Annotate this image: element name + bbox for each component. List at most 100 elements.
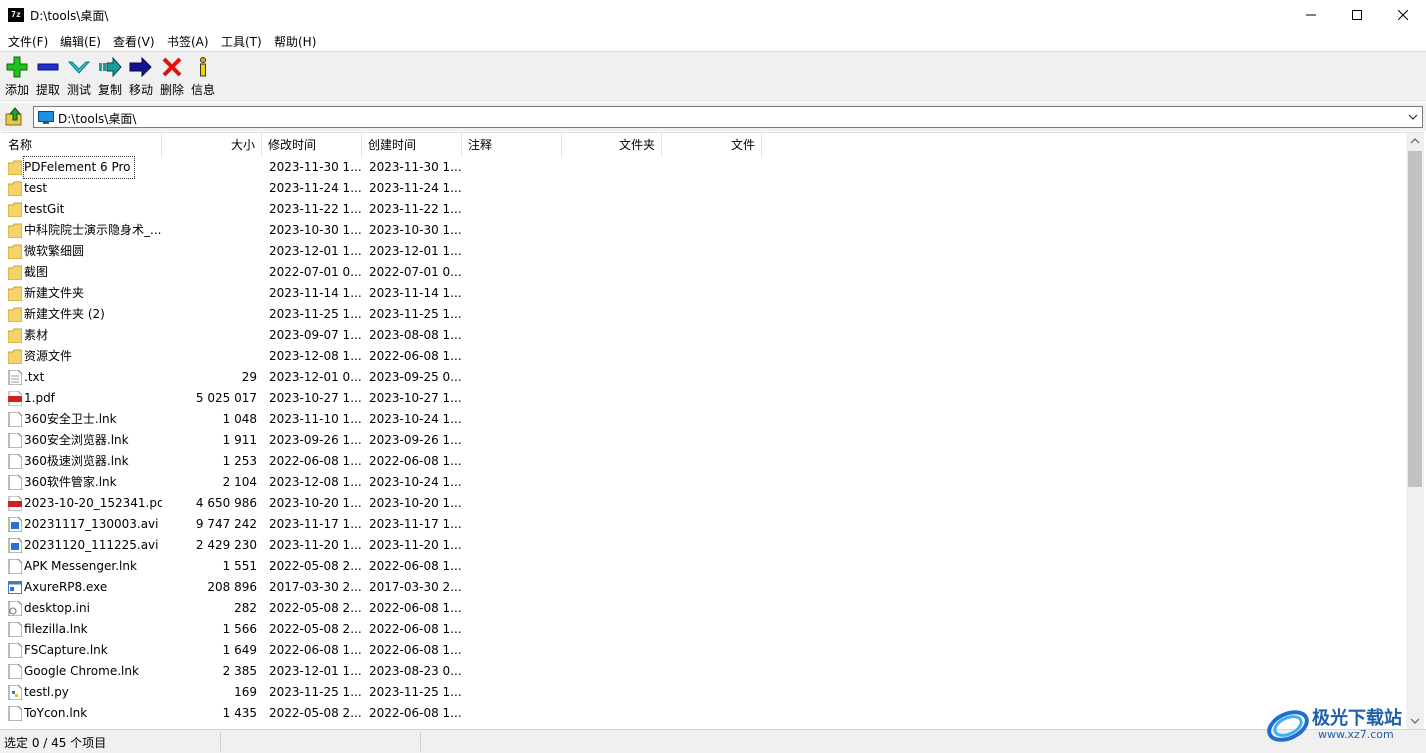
file-name: 1.pdf <box>24 391 55 405</box>
scrollbar-thumb[interactable] <box>1408 151 1422 487</box>
column-size[interactable]: 大小 <box>162 133 262 157</box>
file-modified: 2022-05-08 2... <box>269 559 361 573</box>
file-name: FSCapture.lnk <box>24 643 108 657</box>
column-modified[interactable]: 修改时间 <box>262 133 362 157</box>
file-row[interactable]: 新建文件夹 2023-11-14 1... 2023-11-14 1... <box>2 283 1406 304</box>
file-row[interactable]: 1.pdf 5 025 017 2023-10-27 1... 2023-10-27 … <box>2 388 1406 409</box>
menu-file[interactable]: 文件(F) <box>8 33 48 50</box>
file-row[interactable]: test 2023-11-24 1... 2023-11-24 1... <box>2 178 1406 199</box>
file-modified: 2023-12-01 1... <box>269 244 361 258</box>
file-created: 2023-11-17 1... <box>369 517 461 531</box>
file-row[interactable]: AxureRP8.exe 208 896 2017-03-30 2... 2017-0… <box>2 577 1406 598</box>
file-row[interactable]: 资源文件 2023-12-08 1... 2022-06-08 1... <box>2 346 1406 367</box>
file-created: 2022-06-08 1... <box>369 349 461 363</box>
file-row[interactable]: filezilla.lnk 1 566 2022-05-08 2... 2022-06… <box>2 619 1406 640</box>
file-name: 新建文件夹 (2) <box>24 307 105 321</box>
file-size <box>162 304 257 325</box>
file-row[interactable]: APK Messenger.lnk 1 551 2022-05-08 2... 202… <box>2 556 1406 577</box>
folder-icon <box>8 307 22 322</box>
add-icon <box>6 56 28 78</box>
file-row[interactable]: Google Chrome.lnk 2 385 2023-12-01 1... 202… <box>2 661 1406 682</box>
info-button[interactable]: 信息 <box>188 56 218 98</box>
delete-button[interactable]: 删除 <box>157 56 187 98</box>
column-created[interactable]: 创建时间 <box>362 133 462 157</box>
up-folder-button[interactable] <box>3 106 25 128</box>
file-row[interactable]: 素材 2023-09-07 1... 2023-08-08 1... <box>2 325 1406 346</box>
file-row[interactable]: FSCapture.lnk 1 649 2022-06-08 1... 2022-06… <box>2 640 1406 661</box>
file-icon <box>8 622 22 637</box>
file-row[interactable]: 截图 2022-07-01 0... 2022-07-01 0... <box>2 262 1406 283</box>
file-created: 2023-11-25 1... <box>369 685 461 699</box>
file-modified: 2023-11-17 1... <box>269 517 361 531</box>
folder-icon <box>8 181 22 196</box>
text-file-icon <box>8 370 22 385</box>
file-size <box>162 325 257 346</box>
file-row[interactable]: 360极速浏览器.lnk 1 253 2022-06-08 1... 2022-06-… <box>2 451 1406 472</box>
file-size: 2 104 <box>222 475 257 489</box>
file-row[interactable]: testGit 2023-11-22 1... 2023-11-22 1... <box>2 199 1406 220</box>
file-row[interactable]: 中科院院士演示隐身术_... 2023-10-30 1... 2023-10-30 … <box>2 220 1406 241</box>
file-row[interactable]: testl.py 169 2023-11-25 1... 2023-11-25 1..… <box>2 682 1406 703</box>
file-name: 360安全浏览器.lnk <box>24 433 129 447</box>
file-created: 2022-06-08 1... <box>369 622 461 636</box>
minus-icon <box>37 63 59 71</box>
folder-icon <box>8 265 22 280</box>
pdf-file-icon <box>8 496 22 511</box>
file-row[interactable]: PDFelement 6 Pro 2023-11-30 1... 2023-11-3… <box>2 156 1406 179</box>
column-folders[interactable]: 文件夹 <box>562 133 662 157</box>
watermark-url: www.xz7.com <box>1318 728 1394 741</box>
file-row[interactable]: 360安全浏览器.lnk 1 911 2023-09-26 1... 2023-09-… <box>2 430 1406 451</box>
file-name: 360软件管家.lnk <box>24 475 117 489</box>
vertical-scrollbar[interactable] <box>1406 133 1424 729</box>
move-button[interactable]: 移动 <box>126 56 156 98</box>
file-row[interactable]: 20231117_130003.avi 9 747 242 2023-11-17 1… <box>2 514 1406 535</box>
file-row[interactable]: 新建文件夹 (2) 2023-11-25 1... 2023-11-25 1... <box>2 304 1406 325</box>
menu-help[interactable]: 帮助(H) <box>274 33 316 50</box>
file-modified: 2023-11-25 1... <box>269 685 361 699</box>
file-modified: 2023-10-27 1... <box>269 391 361 405</box>
file-icon <box>8 559 22 574</box>
maximize-button[interactable] <box>1334 0 1380 30</box>
file-row[interactable]: 微软繁细圆 2023-12-01 1... 2023-12-01 1... <box>2 241 1406 262</box>
column-name[interactable]: 名称 <box>2 133 162 157</box>
copy-button[interactable]: 复制 <box>95 56 125 98</box>
file-size <box>162 178 257 199</box>
file-row[interactable]: desktop.ini 282 2022-05-08 2... 2022-06-08 … <box>2 598 1406 619</box>
file-created: 2023-11-25 1... <box>369 307 461 321</box>
menu-edit[interactable]: 编辑(E) <box>60 33 101 50</box>
file-row[interactable]: 360安全卫士.lnk 1 048 2023-11-10 1... 2023-10-2… <box>2 409 1406 430</box>
address-combobox[interactable]: D:\tools\桌面\ <box>33 106 1423 128</box>
test-button[interactable]: 测试 <box>64 56 94 98</box>
menu-tools[interactable]: 工具(T) <box>221 33 262 50</box>
add-button[interactable]: 添加 <box>2 56 32 98</box>
file-row[interactable]: .txt 29 2023-12-01 0... 2023-09-25 0... <box>2 367 1406 388</box>
file-created: 2017-03-30 2... <box>369 580 461 594</box>
file-row[interactable]: 360软件管家.lnk 2 104 2023-12-08 1... 2023-10-2… <box>2 472 1406 493</box>
file-list[interactable]: 名称 大小 修改时间 创建时间 注释 文件夹 文件 PDFelement 6 P… <box>2 132 1424 729</box>
extract-button[interactable]: 提取 <box>33 56 63 98</box>
column-comment[interactable]: 注释 <box>462 133 562 157</box>
file-row[interactable]: 20231120_111225.avi 2 429 230 2023-11-20 1… <box>2 535 1406 556</box>
file-name: 素材 <box>24 328 49 342</box>
file-icon <box>8 475 22 490</box>
file-created: 2023-11-20 1... <box>369 538 461 552</box>
file-modified: 2023-12-01 0... <box>269 370 361 384</box>
file-icon <box>8 664 22 679</box>
file-modified: 2022-05-08 2... <box>269 622 361 636</box>
file-size: 1 649 <box>222 643 257 657</box>
window-title: D:\tools\桌面\ <box>30 9 109 23</box>
file-row[interactable]: 2023-10-20_152341.pdf 4 650 986 2023-10-20… <box>2 493 1406 514</box>
file-name: Google Chrome.lnk <box>24 664 139 678</box>
file-name: 360极速浏览器.lnk <box>24 454 129 468</box>
pdf-file-icon <box>8 391 22 406</box>
column-files[interactable]: 文件 <box>662 133 762 157</box>
folder-icon <box>8 244 22 259</box>
menu-view[interactable]: 查看(V) <box>113 33 155 50</box>
menu-bookmarks[interactable]: 书签(A) <box>167 33 209 50</box>
file-created: 2023-10-20 1... <box>369 496 461 510</box>
minimize-button[interactable] <box>1288 0 1334 30</box>
file-row[interactable]: ToYcon.lnk 1 435 2022-05-08 2... 2022-06-08… <box>2 703 1406 724</box>
status-bar: 选定 0 / 45 个项目 <box>0 729 1426 753</box>
file-created: 2023-12-01 1... <box>369 244 461 258</box>
close-button[interactable] <box>1380 0 1426 30</box>
